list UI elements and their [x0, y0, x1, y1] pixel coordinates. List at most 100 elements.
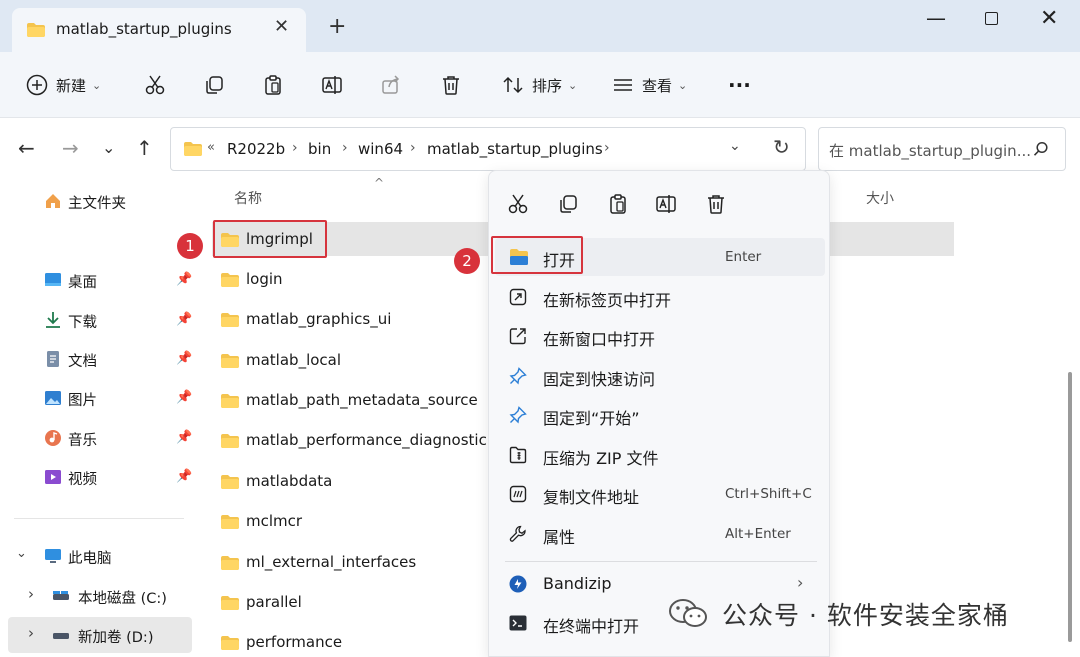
menu-item-shortcut: Ctrl+Shift+C — [725, 486, 812, 502]
cut-button[interactable] — [144, 52, 166, 118]
pin-icon — [509, 406, 527, 424]
pin-icon[interactable]: 📌 — [176, 272, 192, 287]
menu-item-open-new-tab[interactable]: 在新标签页中打开 — [495, 278, 825, 316]
more-options-button[interactable]: ··· — [728, 52, 751, 118]
menu-item-label: 压缩为 ZIP 文件 — [543, 449, 659, 468]
rename-icon[interactable] — [655, 193, 677, 215]
copy-button[interactable] — [203, 52, 225, 118]
up-arrow-icon[interactable]: ↑ — [136, 136, 153, 160]
column-header-size[interactable]: 大小 — [866, 188, 894, 208]
chevron-right-icon[interactable]: › — [342, 140, 348, 156]
sidebar-item-home[interactable]: 主文件夹 — [0, 184, 200, 218]
sidebar-label: 本地磁盘 (C:) — [78, 591, 167, 607]
home-icon — [46, 194, 60, 208]
zip-icon — [509, 446, 527, 464]
tab-close-icon[interactable]: ✕ — [274, 16, 289, 37]
new-tab-button[interactable]: + — [328, 16, 346, 38]
minimize-icon[interactable]: — — [926, 6, 946, 30]
list-item[interactable]: performance — [218, 626, 488, 657]
delete-button[interactable] — [440, 52, 462, 118]
list-item[interactable]: matlab_graphics_ui — [218, 303, 488, 337]
list-item[interactable]: mclmcr — [218, 505, 488, 539]
watermark: 公众号 · 软件安装全家桶 — [668, 592, 1009, 636]
view-button[interactable]: 查看 ⌄ — [612, 52, 687, 118]
sidebar-item-music[interactable]: 音乐 📌 — [0, 421, 200, 455]
menu-item-shortcut: Enter — [725, 249, 762, 265]
address-bar[interactable]: « R2022b › bin › win64 › matlab_startup_… — [170, 127, 806, 171]
folder-icon — [221, 354, 239, 368]
new-label: 新建 — [56, 76, 87, 95]
refresh-icon[interactable]: ↻ — [773, 135, 790, 159]
scrollbar[interactable] — [1068, 372, 1072, 642]
search-box[interactable]: 在 matlab_startup_plugin... — [818, 127, 1066, 171]
recent-locations-icon[interactable]: ⌄ — [102, 138, 115, 157]
menu-item-properties[interactable]: 属性 Alt+Enter — [495, 515, 825, 553]
pin-icon[interactable]: 📌 — [176, 469, 192, 484]
list-item[interactable]: parallel — [218, 586, 488, 620]
menu-item-pin-start[interactable]: 固定到“开始” — [495, 396, 825, 434]
list-item[interactable]: matlab_local — [218, 344, 488, 378]
clipboard-icon[interactable] — [607, 193, 629, 215]
sidebar-label: 文档 — [68, 354, 97, 370]
list-item[interactable]: ml_external_interfaces — [218, 546, 488, 580]
pin-icon[interactable]: 📌 — [176, 430, 192, 445]
pin-icon[interactable]: 📌 — [176, 351, 192, 366]
column-header-name[interactable]: 名称 — [234, 188, 262, 208]
watermark-text: 公众号 · 软件安装全家桶 — [722, 601, 1009, 630]
sort-button[interactable]: 排序 ⌄ — [502, 52, 577, 118]
chevron-right-icon[interactable]: › — [604, 140, 610, 156]
pin-icon[interactable]: 📌 — [176, 312, 192, 327]
scissors-icon[interactable] — [507, 193, 529, 215]
wechat-icon — [669, 599, 707, 627]
list-item[interactable]: matlabdata — [218, 465, 488, 499]
rename-button[interactable] — [321, 52, 343, 118]
highlight-box-open — [491, 236, 583, 274]
breadcrumb-item[interactable]: win64 — [358, 140, 403, 158]
breadcrumb-item[interactable]: R2022b — [227, 140, 285, 158]
address-history-chevron-icon[interactable]: ⌄ — [729, 138, 741, 154]
sidebar-label: 新加卷 (D:) — [78, 630, 154, 646]
menu-item-pin-quick-access[interactable]: 固定到快速访问 — [495, 357, 825, 395]
breadcrumb-item[interactable]: bin — [308, 140, 331, 158]
new-button[interactable]: 新建 ⌄ — [26, 52, 101, 118]
maximize-icon[interactable] — [985, 12, 998, 25]
folder-icon — [221, 475, 239, 489]
file-name: mclmcr — [246, 512, 303, 530]
trash-icon[interactable] — [705, 193, 727, 215]
chevron-right-icon[interactable]: › — [28, 624, 34, 642]
sidebar-item-downloads[interactable]: 下载 📌 — [0, 303, 200, 337]
sidebar-item-drive-c[interactable]: › 本地磁盘 (C:) — [0, 579, 200, 613]
sidebar-item-pictures[interactable]: 图片 📌 — [0, 381, 200, 415]
sidebar-item-drive-d[interactable]: › 新加卷 (D:) — [0, 618, 200, 652]
list-item[interactable]: matlab_performance_diagnostic — [218, 424, 488, 458]
chevron-right-icon[interactable]: › — [410, 140, 416, 156]
breadcrumb-item[interactable]: matlab_startup_plugins — [427, 140, 603, 158]
new-window-icon — [509, 328, 526, 345]
menu-item-compress-zip[interactable]: 压缩为 ZIP 文件 — [495, 436, 825, 474]
paste-button[interactable] — [262, 52, 284, 118]
sidebar-item-documents[interactable]: 文档 📌 — [0, 342, 200, 376]
menu-item-copy-path[interactable]: 复制文件地址 Ctrl+Shift+C — [495, 475, 825, 513]
forward-arrow-icon[interactable]: → — [62, 136, 79, 160]
chevron-right-icon[interactable]: › — [28, 585, 34, 603]
breadcrumb-overflow[interactable]: « — [207, 140, 215, 155]
drive-icon — [53, 591, 69, 600]
window-tab[interactable]: matlab_startup_plugins ✕ — [12, 8, 306, 52]
menu-item-open-new-window[interactable]: 在新窗口中打开 — [495, 317, 825, 355]
chevron-right-icon[interactable]: › — [292, 140, 298, 156]
list-item[interactable]: login — [218, 263, 488, 297]
list-item[interactable]: matlab_path_metadata_source — [218, 384, 488, 418]
sort-ascending-icon: ^ — [374, 176, 385, 190]
desktop-icon — [45, 273, 61, 286]
share-button[interactable] — [380, 52, 402, 118]
sidebar-item-videos[interactable]: 视频 📌 — [0, 460, 200, 494]
pin-icon[interactable]: 📌 — [176, 390, 192, 405]
file-name: parallel — [246, 593, 302, 611]
close-window-icon[interactable]: ✕ — [1040, 6, 1058, 31]
sidebar-item-this-pc[interactable]: ⌄ 此电脑 — [0, 539, 200, 573]
step-marker-1: 1 — [177, 233, 203, 259]
copy-icon[interactable] — [557, 193, 579, 215]
back-arrow-icon[interactable]: ← — [18, 136, 35, 160]
chevron-down-icon[interactable]: ⌄ — [16, 546, 27, 561]
sidebar-item-desktop[interactable]: 桌面 📌 — [0, 263, 200, 297]
